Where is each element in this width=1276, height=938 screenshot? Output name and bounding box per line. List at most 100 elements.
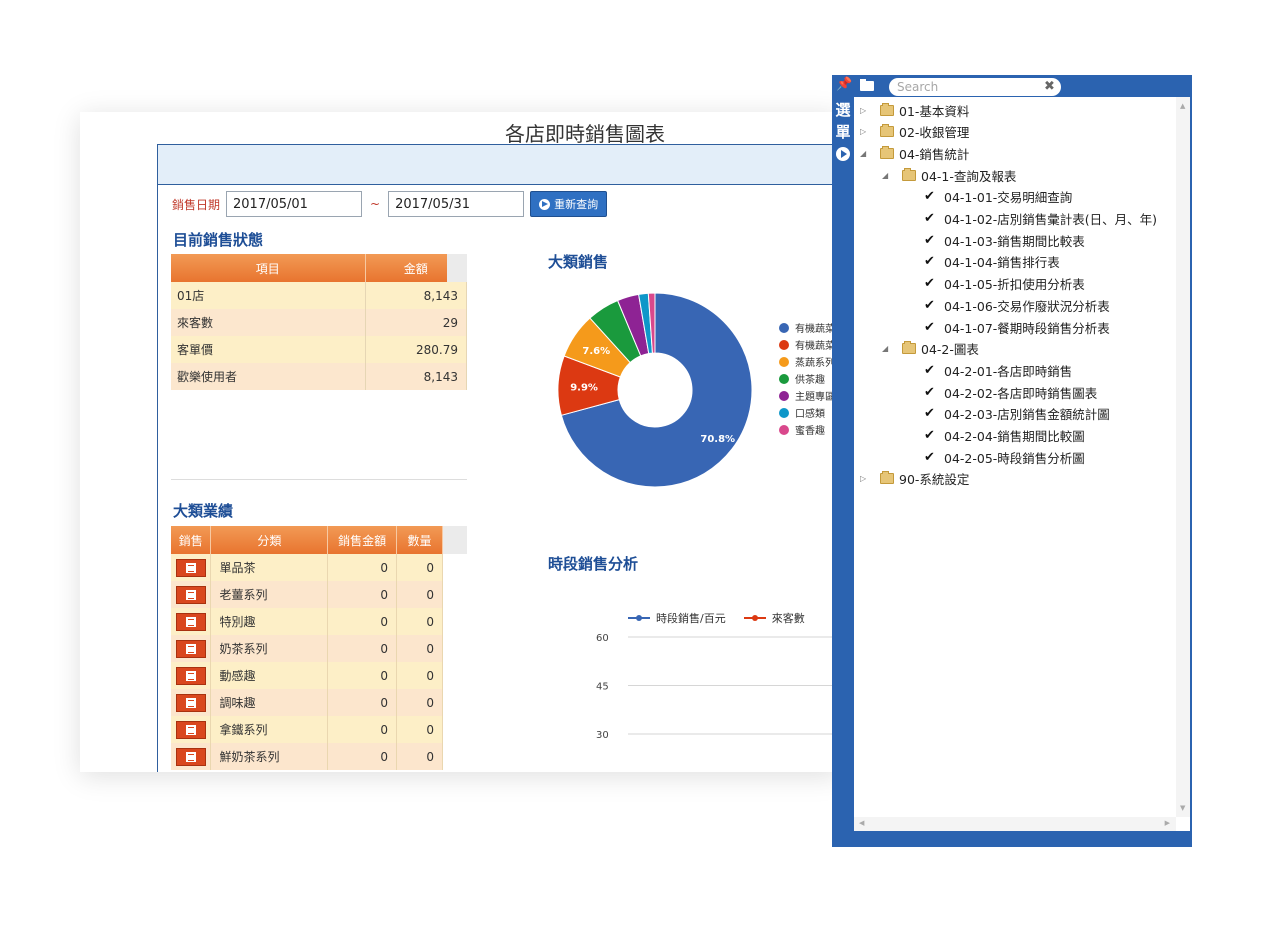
tree-leaf-item[interactable]: ✔ 04-2-05-時段銷售分析圖	[924, 447, 1085, 467]
tree-folder-item[interactable]: ◢ 04-1-查詢及報表	[882, 165, 1016, 185]
tree-leaf-item[interactable]: ✔ 04-2-03-店別銷售金額統計圖	[924, 404, 1110, 424]
category-name: 鮮奶茶系列	[210, 743, 329, 770]
status-header-item[interactable]: 項目	[171, 254, 366, 282]
checkmark-icon: ✔	[924, 319, 935, 335]
tree-leaf-item[interactable]: ✔ 04-2-01-各店即時銷售	[924, 360, 1072, 380]
menu-side-label: 單	[835, 123, 851, 141]
legend-item[interactable]: 口感類	[779, 404, 835, 421]
y-tick-label: 60	[596, 633, 609, 644]
checkmark-icon: ✔	[924, 384, 935, 400]
status-amount: 29	[365, 309, 467, 336]
category-qty: 0	[396, 635, 443, 662]
checkmark-icon: ✔	[924, 406, 935, 422]
tree-item-label: 04-1-02-店別銷售彙計表(日、月、年)	[944, 212, 1158, 227]
line-legend-item[interactable]: 時段銷售/百元	[628, 610, 726, 626]
status-table: 項目 金額 01店 8,143 來客數 29 客單價 280.79 歡樂使用者 8,14…	[171, 254, 467, 390]
table-header-filler	[443, 526, 467, 554]
scroll-right-icon[interactable]: ▶	[1165, 819, 1170, 827]
tree-folder-item[interactable]: ▷ 90-系統設定	[860, 469, 969, 489]
checkmark-icon: ✔	[924, 254, 935, 270]
legend-swatch	[779, 407, 789, 418]
clear-search-icon[interactable]: ✖	[1044, 79, 1055, 94]
tree-item-label: 04-2-03-店別銷售金額統計圖	[944, 407, 1110, 423]
date-label: 銷售日期	[172, 197, 221, 212]
tree-item-label: 04-銷售統計	[899, 146, 970, 162]
category-header-qty[interactable]: 數量	[396, 526, 443, 554]
legend-item[interactable]: 蒸蔬系列	[779, 353, 835, 370]
tree-folder-item[interactable]: ▷ 01-基本資料	[860, 100, 969, 120]
list-detail-icon[interactable]	[175, 693, 206, 712]
vertical-scrollbar[interactable]: ▲ ▼	[1176, 97, 1190, 817]
tree-leaf-item[interactable]: ✔ 04-2-02-各店即時銷售圖表	[924, 382, 1097, 402]
scroll-down-icon[interactable]: ▼	[1180, 804, 1185, 812]
horizontal-scrollbar[interactable]: ◀ ▶	[854, 817, 1176, 831]
table-row: 動感趣 0 0	[171, 662, 443, 689]
tree-item-label: 04-2-02-各店即時銷售圖表	[944, 385, 1098, 401]
arrow-right-circle-icon[interactable]	[836, 147, 850, 161]
legend-item[interactable]: 主題專區	[779, 387, 835, 404]
checkmark-icon: ✔	[924, 428, 935, 443]
date-to-input[interactable]	[388, 191, 525, 217]
category-name: 特別趣	[210, 608, 329, 635]
scroll-left-icon[interactable]: ◀	[859, 819, 864, 827]
legend-item[interactable]: 供茶趣	[779, 370, 835, 387]
legend-item[interactable]: 有機蔬菜	[779, 319, 835, 336]
tree-leaf-item[interactable]: ✔ 04-1-07-餐期時段銷售分析表	[924, 317, 1110, 337]
tree-folder-item[interactable]: ◢ 04-銷售統計	[860, 143, 969, 163]
collapse-icon[interactable]: ◢	[882, 344, 892, 353]
status-item: 客單價	[171, 336, 366, 363]
collapse-icon[interactable]: ◢	[860, 149, 870, 158]
category-name: 老薑系列	[210, 581, 329, 608]
category-name: 調味趣	[210, 689, 329, 716]
checkmark-icon: ✔	[924, 189, 935, 205]
list-detail-icon[interactable]	[175, 612, 206, 631]
list-detail-icon[interactable]	[175, 558, 206, 577]
expand-icon[interactable]: ▷	[860, 106, 870, 115]
category-header-sales[interactable]: 銷售	[171, 526, 212, 554]
category-section-title: 大類業績	[173, 502, 234, 520]
donut-legend: 有機蔬菜 有機蔬菜 蒸蔬系列 供茶趣 主題專區 口感類 蜜香趣	[779, 319, 835, 438]
folder-icon	[880, 471, 894, 485]
collapse-icon[interactable]: ◢	[882, 171, 892, 180]
legend-swatch	[779, 390, 789, 401]
tree-leaf-item[interactable]: ✔ 04-1-01-交易明細查詢	[924, 187, 1072, 207]
table-row: 來客數 29	[171, 309, 467, 336]
category-header-class[interactable]: 分類	[210, 526, 329, 554]
list-detail-icon[interactable]	[175, 720, 206, 739]
legend-item[interactable]: 有機蔬菜	[779, 336, 835, 353]
table-row: 客單價 280.79	[171, 336, 467, 363]
legend-label: 蜜香趣	[795, 426, 825, 437]
tree-leaf-item[interactable]: ✔ 04-1-05-折扣使用分析表	[924, 274, 1085, 294]
folder-icon	[880, 145, 894, 159]
tree-leaf-item[interactable]: ✔ 04-1-02-店別銷售彙計表(日、月、年)	[924, 209, 1157, 229]
legend-swatch	[779, 373, 789, 384]
list-detail-icon[interactable]	[175, 666, 206, 685]
date-from-input[interactable]	[226, 191, 363, 217]
legend-swatch	[779, 322, 789, 333]
category-name: 單品茶	[210, 554, 329, 581]
legend-item[interactable]: 蜜香趣	[779, 421, 835, 438]
line-legend-item[interactable]: 來客數	[743, 610, 805, 626]
line-legend-label: 來客數	[771, 612, 805, 625]
list-detail-icon[interactable]	[175, 747, 206, 766]
tree-folder-item[interactable]: ▷ 02-收銀管理	[860, 122, 969, 142]
list-detail-icon[interactable]	[175, 639, 206, 658]
donut-data-label: 70.8%	[700, 434, 735, 445]
menu-side-tab[interactable]: 選 單	[832, 99, 854, 161]
list-detail-icon[interactable]	[175, 585, 206, 604]
tree-leaf-item[interactable]: ✔ 04-2-04-銷售期間比較圖	[924, 426, 1085, 446]
expand-icon[interactable]: ▷	[860, 474, 870, 483]
expand-icon[interactable]: ▷	[860, 127, 870, 136]
tree-leaf-item[interactable]: ✔ 04-1-06-交易作廢狀況分析表	[924, 295, 1110, 315]
tree-leaf-item[interactable]: ✔ 04-1-04-銷售排行表	[924, 252, 1060, 272]
pin-icon[interactable]: 📌	[836, 77, 852, 92]
tree-folder-item[interactable]: ◢ 04-2-圖表	[882, 339, 979, 359]
search-input[interactable]	[889, 78, 1061, 96]
folder-icon[interactable]	[860, 79, 874, 91]
category-header-sum[interactable]: 銷售金額	[327, 526, 398, 554]
scroll-up-icon[interactable]: ▲	[1180, 102, 1185, 110]
tree-leaf-item[interactable]: ✔ 04-1-03-銷售期間比較表	[924, 230, 1085, 250]
tree-item-label: 04-2-01-各店即時銷售	[944, 363, 1073, 379]
status-item: 來客數	[171, 309, 366, 336]
requery-button[interactable]: 重新查詢	[530, 191, 608, 217]
